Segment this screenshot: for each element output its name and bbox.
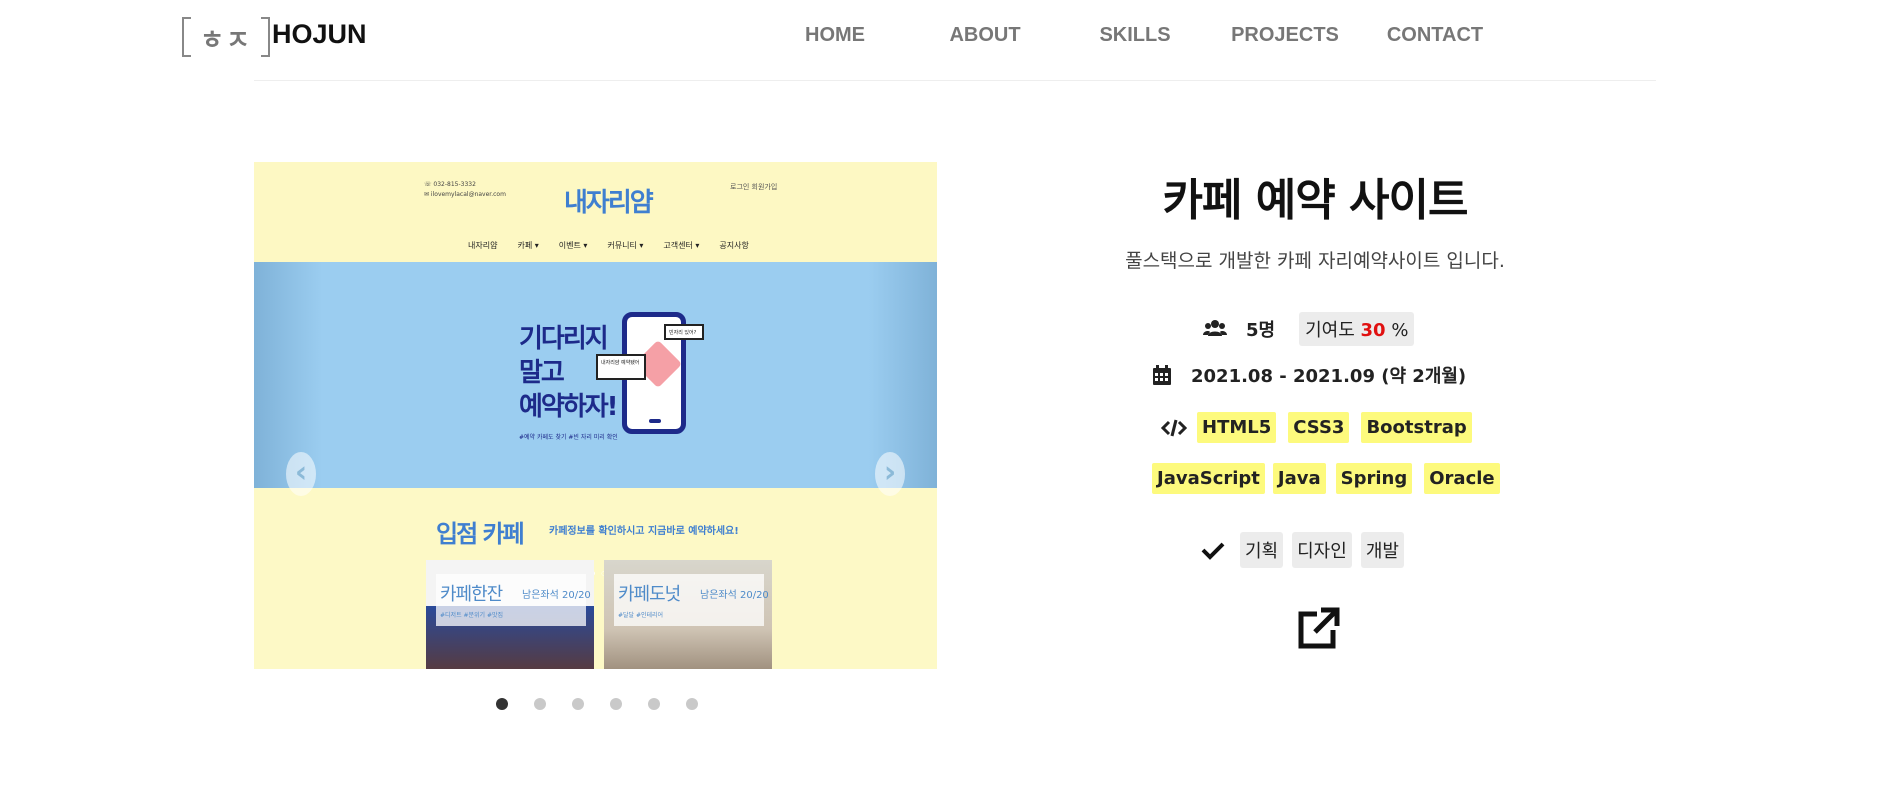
site-header: ㅎㅈ HOJUN HOME ABOUT SKILLS PROJECTS CONT…: [0, 0, 1892, 82]
header-divider: [254, 80, 1656, 81]
cafe-seats: 남은좌석 20/20: [700, 590, 769, 601]
slide-links: 로그인 회원가입: [730, 183, 778, 191]
phone-home-bar: [649, 419, 661, 423]
tech-tag: CSS3: [1288, 412, 1350, 443]
slide-cafe-card: 카페도넛 남은좌석 20/20 #달달 #인테리어: [604, 560, 772, 669]
project-carousel[interactable]: ☏ 032-815-3332 ✉ ilovemylacal@naver.com …: [254, 162, 937, 669]
role-tag: 디자인: [1292, 532, 1352, 568]
nav-about[interactable]: ABOUT: [910, 24, 1060, 47]
slide-section-title: 입점 카페: [436, 520, 525, 548]
slide-banner-sub: #예약 카페도 찾기 #빈 자리 미리 확인: [519, 434, 618, 441]
carousel-dot[interactable]: [686, 698, 698, 710]
slide-contact: ☏ 032-815-3332 ✉ ilovemylacal@naver.com: [424, 181, 506, 198]
project-period: 2021.08 - 2021.09 (약 2개월): [1191, 366, 1467, 387]
logo[interactable]: ㅎㅈ HOJUN: [182, 16, 367, 58]
team-size: 5명: [1246, 320, 1276, 341]
tech-tag: Bootstrap: [1361, 412, 1472, 443]
nav-contact[interactable]: CONTACT: [1360, 24, 1510, 47]
slide-menu-item: 카페 ▾: [517, 241, 539, 250]
slide-menu-item: 이벤트 ▾: [558, 241, 588, 250]
tech-tag: Spring: [1335, 463, 1413, 494]
role-tag: 개발: [1360, 532, 1404, 568]
carousel-next-button[interactable]: ›: [875, 452, 905, 496]
tech-tag: JavaScript: [1152, 463, 1265, 494]
speech-bubble: 빈자리 있어?: [664, 324, 704, 340]
logo-glyph: ㅎㅈ: [200, 26, 252, 56]
contribution-unit: %: [1391, 320, 1409, 341]
slide-cafe-card: 카페한잔 남은좌석 20/20 #디저트 #분위기 #맛집: [426, 560, 594, 669]
tech-row: HTML5 CSS3 Bootstrap: [1161, 412, 1484, 443]
logo-text: HOJUN: [272, 18, 367, 49]
project-title: 카페 예약 사이트: [1162, 175, 1469, 226]
logo-bracket-left: [182, 17, 191, 57]
cafe-tags: #디저트 #분위기 #맛집: [440, 612, 504, 619]
slide-menu-item: 공지사항: [719, 241, 749, 250]
main-nav: HOME ABOUT SKILLS PROJECTS CONTACT: [760, 24, 1510, 47]
external-link-icon[interactable]: [1295, 606, 1341, 652]
slide-banner: 기다리지 말고 예약하자! #예약 카페도 찾기 #빈 자리 미리 확인 빈자리…: [254, 262, 937, 577]
carousel-dot[interactable]: [610, 698, 622, 710]
team-row: 5명 기여도 30 %: [1202, 312, 1415, 346]
cafe-name: 카페도넛: [618, 584, 681, 605]
slide-section-sub: 카페정보를 확인하시고 지금바로 예약하세요!: [549, 526, 739, 537]
speech-bubble: 내자리얌 예약됐어: [596, 354, 646, 380]
check-icon: [1200, 537, 1226, 563]
cafe-tags: #달달 #인테리어: [618, 612, 664, 619]
logo-bracket-right: [261, 17, 270, 57]
carousel-indicators: [496, 698, 698, 710]
tech-tag: HTML5: [1197, 412, 1277, 443]
slide-topbar: ☏ 032-815-3332 ✉ ilovemylacal@naver.com …: [254, 162, 937, 262]
nav-home[interactable]: HOME: [760, 24, 910, 47]
slide-menu-item: 커뮤니티 ▾: [607, 241, 644, 250]
contribution-value: 30: [1360, 320, 1386, 341]
period-row: 2021.08 - 2021.09 (약 2개월): [1149, 362, 1466, 388]
tech-row: JavaScript Java Spring Oracle: [1152, 463, 1508, 494]
carousel-dot[interactable]: [534, 698, 546, 710]
slide-logo: 내자리얌: [564, 188, 654, 218]
carousel-prev-button[interactable]: ‹: [286, 452, 316, 496]
nav-projects[interactable]: PROJECTS: [1210, 24, 1360, 47]
tech-tag: Oracle: [1424, 463, 1500, 494]
code-icon: [1161, 415, 1187, 441]
slide-menu: 내자리얌 카페 ▾ 이벤트 ▾ 커뮤니티 ▾ 고객센터 ▾ 공지사항: [468, 240, 749, 251]
contribution-badge: 기여도 30 %: [1299, 312, 1415, 346]
cafe-name: 카페한잔: [440, 584, 503, 605]
carousel-dot[interactable]: [648, 698, 660, 710]
role-tag: 기획: [1240, 532, 1284, 568]
slide-menu-item: 고객센터 ▾: [663, 241, 700, 250]
users-icon: [1202, 316, 1228, 342]
logo-mark: ㅎㅈ: [182, 16, 270, 58]
carousel-dot[interactable]: [496, 698, 508, 710]
nav-skills[interactable]: SKILLS: [1060, 24, 1210, 47]
cafe-seats: 남은좌석 20/20: [522, 590, 591, 601]
role-row: 기획 디자인 개발: [1200, 532, 1413, 568]
tech-tag: Java: [1272, 463, 1326, 494]
calendar-icon: [1149, 362, 1175, 388]
project-description: 풀스택으로 개발한 카페 자리예약사이트 입니다.: [1125, 250, 1505, 272]
contribution-label: 기여도: [1305, 320, 1355, 341]
slide-menu-item: 내자리얌: [468, 241, 498, 250]
carousel-dot[interactable]: [572, 698, 584, 710]
